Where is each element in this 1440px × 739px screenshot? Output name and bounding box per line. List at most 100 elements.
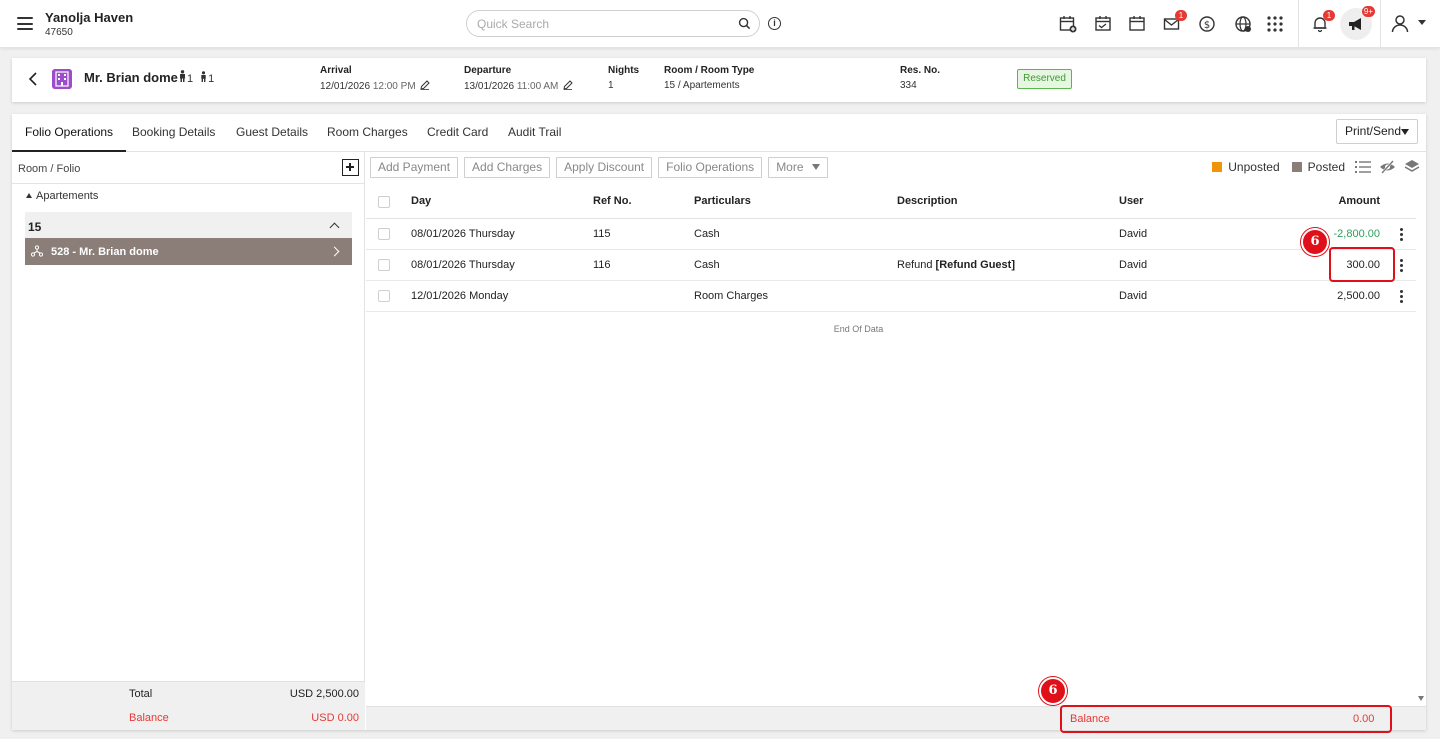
print-send-dropdown[interactable]: Print/Send (1336, 119, 1418, 144)
user-menu[interactable] (1390, 13, 1430, 35)
departure-label: Departure (464, 65, 512, 76)
row-checkbox[interactable] (378, 259, 390, 271)
room-type-value: 15 / Apartements (664, 80, 740, 91)
edit-pencil-icon[interactable] (420, 80, 431, 90)
room-folio-header: Room / Folio (12, 152, 365, 184)
search-icon[interactable] (738, 17, 751, 30)
search-input[interactable] (467, 11, 717, 36)
calendar-check-icon[interactable] (1093, 14, 1113, 34)
folio-operations-button[interactable]: Folio Operations (658, 157, 763, 178)
menu-icon[interactable] (17, 17, 33, 30)
chevron-up-icon[interactable] (329, 222, 340, 233)
collapse-triangle-icon (26, 193, 32, 198)
divider (1298, 0, 1299, 48)
room-type-group[interactable]: Apartements (26, 190, 98, 202)
table-row[interactable]: 08/01/2026 Thursday 116 Cash Refund [Ref… (366, 250, 1416, 281)
add-charges-button[interactable]: Add Charges (464, 157, 551, 178)
folio-item[interactable]: 528 - Mr. Brian dome (25, 238, 352, 265)
list-view-icon[interactable] (1355, 160, 1371, 174)
row-user: David (1119, 259, 1148, 271)
hotel-icon (52, 69, 72, 89)
tab-bar: Folio Operations Booking Details Guest D… (12, 114, 1426, 152)
chevron-right-icon (329, 246, 340, 257)
folio-share-icon (31, 245, 43, 257)
room-type-field: Room / Room Type 15 / Apartements (664, 65, 754, 91)
notifications-button[interactable]: 1 (1310, 10, 1335, 34)
total-row: Total USD 2,500.00 (12, 682, 365, 706)
select-all-checkbox[interactable] (378, 196, 390, 208)
row-checkbox[interactable] (378, 290, 390, 302)
adult-icon (180, 70, 185, 82)
row-kebab-menu-icon[interactable] (1400, 228, 1403, 241)
column-particulars[interactable]: Particulars (694, 195, 751, 207)
tab-booking-details[interactable]: Booking Details (119, 114, 228, 152)
column-description[interactable]: Description (897, 195, 958, 207)
tab-guest-details[interactable]: Guest Details (223, 114, 321, 152)
caret-down-icon (811, 164, 820, 170)
add-payment-button[interactable]: Add Payment (370, 157, 459, 178)
announcements-badge: 9+ (1361, 6, 1375, 17)
column-amount[interactable]: Amount (1338, 195, 1380, 207)
column-day[interactable]: Day (411, 195, 431, 207)
end-of-data: End Of Data (833, 324, 884, 334)
total-label: Total (129, 688, 153, 700)
status-badge: Reserved (1017, 69, 1072, 89)
nights-label: Nights (608, 65, 640, 76)
room-folio-pane: Room / Folio Apartements 15 528 - Mr. Br… (12, 152, 365, 730)
property-brand[interactable]: Yanolja Haven 47650 (45, 10, 133, 38)
tab-folio-operations[interactable]: Folio Operations (12, 114, 127, 152)
total-value: USD 2,500.00 (289, 688, 359, 700)
row-kebab-menu-icon[interactable] (1400, 259, 1403, 272)
mail-button[interactable]: 1 (1162, 10, 1187, 34)
calendar-add-icon[interactable] (1058, 14, 1078, 34)
room-type-label: Room / Room Type (664, 65, 755, 76)
row-kebab-menu-icon[interactable] (1400, 290, 1403, 303)
apps-grid-icon[interactable] (1265, 14, 1285, 34)
edit-pencil-icon[interactable] (563, 80, 573, 90)
row-description-bold: [Refund Guest] (935, 259, 1015, 271)
notifications-badge: 1 (1323, 10, 1335, 21)
table-row[interactable]: 08/01/2026 Thursday 115 Cash David -2,80… (366, 219, 1416, 250)
highlight-balance-box (1060, 705, 1392, 733)
step-marker: 6 (1301, 228, 1329, 256)
megaphone-icon (1349, 18, 1361, 30)
row-particulars: Cash (694, 228, 720, 240)
info-icon[interactable]: i (768, 17, 781, 30)
reservation-number-label: Res. No. (900, 65, 941, 76)
more-dropdown[interactable]: More (768, 157, 828, 178)
row-day: 08/01/2026 Thursday (411, 228, 515, 240)
calendar-icon[interactable] (1127, 14, 1147, 34)
reservation-number-field: Res. No. 334 (900, 65, 940, 91)
guest-name[interactable]: Mr. Brian dome (84, 70, 178, 85)
tab-credit-card[interactable]: Credit Card (414, 114, 501, 152)
tab-room-charges[interactable]: Room Charges (314, 114, 421, 152)
top-bar: Yanolja Haven 47650 i 1 $ 1 9+ (0, 0, 1440, 48)
room-type-group-label: Apartements (36, 190, 99, 202)
row-checkbox[interactable] (378, 228, 390, 240)
unposted-swatch (1212, 161, 1223, 172)
layers-icon[interactable] (1404, 159, 1420, 174)
column-user[interactable]: User (1119, 195, 1143, 207)
hide-eye-icon[interactable] (1379, 159, 1396, 174)
announcements-button[interactable]: 9+ (1340, 6, 1375, 40)
room-folio-title: Room / Folio (18, 163, 81, 175)
scroll-down-arrow-icon[interactable] (1418, 696, 1424, 701)
departure-date: 13/01/2026 (464, 81, 515, 92)
posted-label: Posted (1307, 159, 1345, 174)
room-block: 15 528 - Mr. Brian dome (25, 212, 352, 265)
back-arrow-icon[interactable] (26, 71, 40, 87)
reservation-number-value: 334 (900, 80, 917, 91)
table-row[interactable]: 12/01/2026 Monday Room Charges David 2,5… (366, 281, 1416, 312)
adult-count: 1 (178, 70, 193, 85)
property-name: Yanolja Haven (45, 10, 134, 25)
row-user: David (1119, 228, 1148, 240)
apply-discount-button[interactable]: Apply Discount (556, 157, 653, 178)
add-folio-button[interactable] (342, 159, 359, 176)
column-ref-no[interactable]: Ref No. (593, 195, 632, 207)
nights-value: 1 (608, 80, 614, 91)
globe-icon[interactable] (1233, 14, 1253, 34)
row-description-text: Refund (897, 259, 933, 271)
tab-audit-trail[interactable]: Audit Trail (495, 114, 574, 152)
currency-icon[interactable]: $ (1197, 14, 1217, 34)
mail-badge: 1 (1175, 10, 1187, 21)
